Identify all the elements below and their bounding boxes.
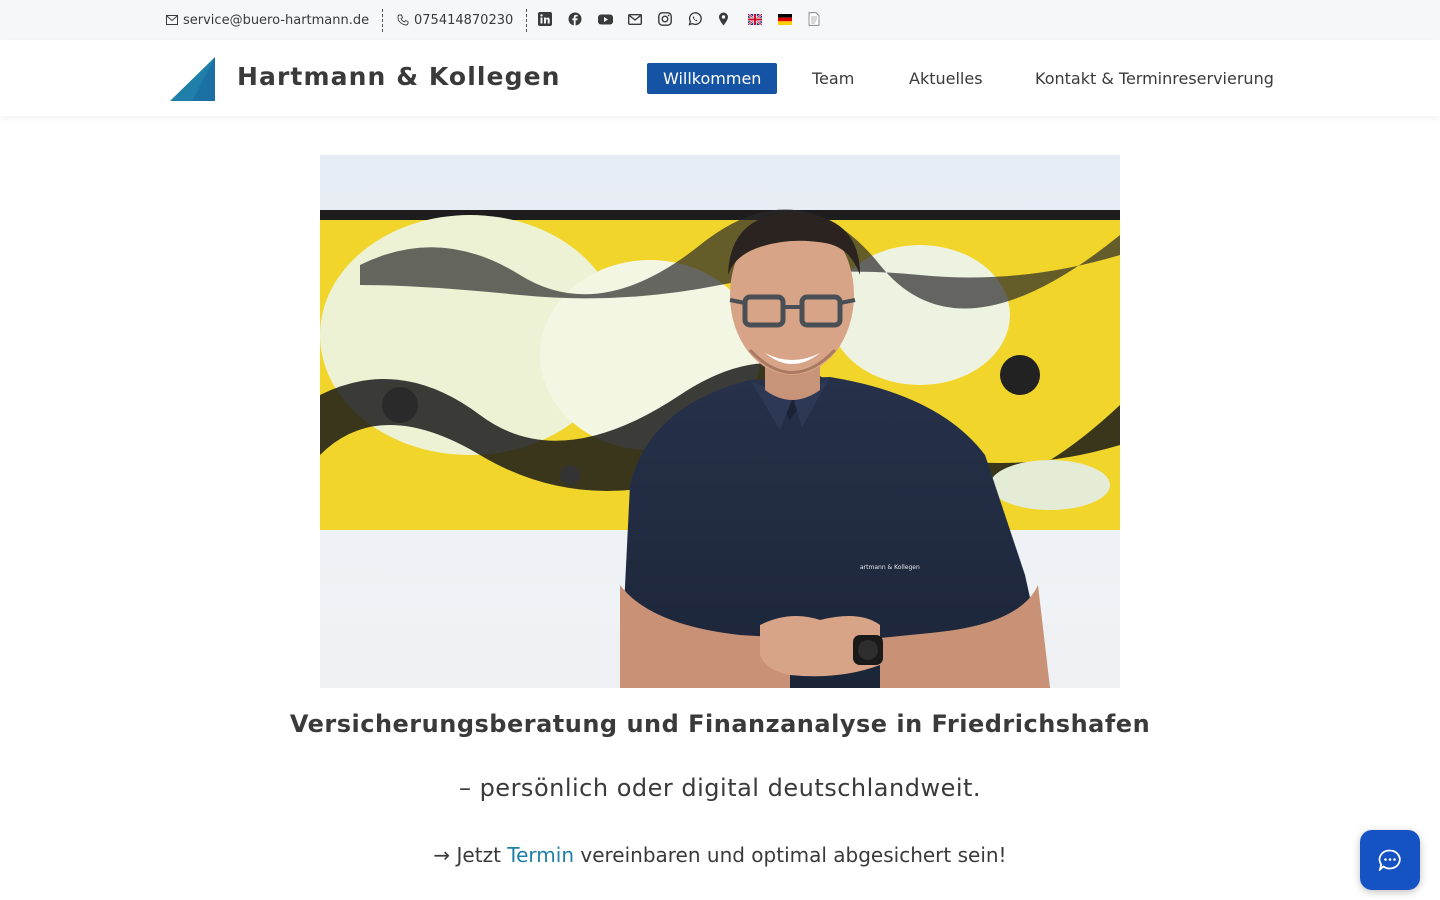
brand-name[interactable]: Hartmann & Kollegen	[237, 62, 561, 91]
cta-text: → Jetzt Termin vereinbaren und optimal a…	[0, 843, 1440, 867]
document-icon[interactable]	[808, 10, 838, 28]
phone-icon	[397, 14, 409, 26]
cta-prefix: → Jetzt	[433, 843, 508, 867]
cta-suffix: vereinbaren und optimal abgesichert sein…	[574, 843, 1007, 867]
divider	[526, 9, 527, 32]
page-headline: Versicherungsberatung und Finanzanalyse …	[289, 710, 1151, 738]
phone-contact[interactable]: 075414870230	[397, 0, 513, 40]
flag-uk-icon[interactable]	[748, 10, 778, 28]
nav-willkommen[interactable]: Willkommen	[647, 63, 778, 94]
map-pin-icon[interactable]	[718, 10, 748, 28]
nav-team[interactable]: Team	[812, 63, 854, 94]
shirt-text: artmann & Kollegen	[860, 564, 920, 571]
page-subline: – persönlich oder digital deutschlandwei…	[458, 774, 982, 802]
email-contact[interactable]: service@buero-hartmann.de	[166, 0, 369, 40]
facebook-icon[interactable]	[568, 10, 598, 28]
linkedin-icon[interactable]	[538, 10, 568, 28]
instagram-icon[interactable]	[658, 10, 688, 28]
youtube-icon[interactable]	[598, 10, 628, 28]
email-text[interactable]: service@buero-hartmann.de	[183, 13, 369, 28]
phone-text[interactable]: 075414870230	[414, 13, 513, 28]
hero-image: artmann & Kollegen	[320, 155, 1120, 688]
social-icons	[538, 10, 838, 28]
nav-aktuelles[interactable]: Aktuelles	[909, 63, 983, 94]
mail-icon	[166, 15, 178, 25]
site-header: Hartmann & Kollegen Willkommen Team Aktu…	[0, 40, 1440, 116]
chat-button[interactable]	[1360, 830, 1420, 890]
chat-bubble-icon	[1378, 849, 1401, 871]
whatsapp-icon[interactable]	[688, 10, 718, 28]
divider	[382, 9, 383, 32]
termin-link[interactable]: Termin	[507, 843, 574, 867]
nav-kontakt[interactable]: Kontakt & Terminreservierung	[1035, 63, 1274, 94]
top-bar: service@buero-hartmann.de 075414870230	[0, 0, 1440, 40]
mail-icon[interactable]	[628, 10, 658, 28]
flag-de-icon[interactable]	[778, 10, 808, 28]
company-logo[interactable]	[170, 57, 216, 101]
